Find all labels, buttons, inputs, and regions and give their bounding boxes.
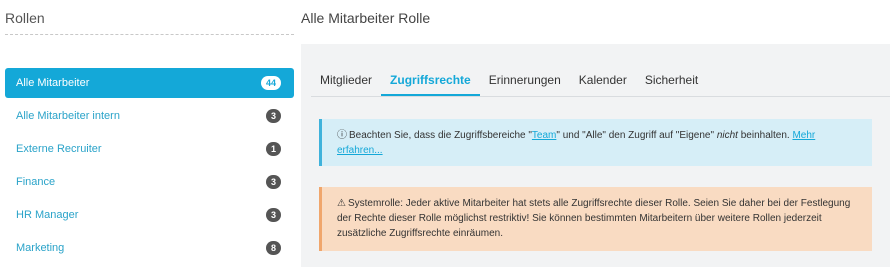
- role-count-badge: 8: [266, 241, 281, 255]
- role-label: HR Manager: [16, 209, 79, 221]
- role-count-badge: 44: [261, 76, 281, 90]
- tabs-divider: [311, 96, 890, 97]
- roles-sidebar: Rollen Alle Mitarbeiter 44 Alle Mitarbei…: [0, 0, 294, 267]
- role-count-badge: 3: [266, 109, 281, 123]
- tab-mitglieder[interactable]: Mitglieder: [311, 68, 381, 96]
- role-item-hr-manager[interactable]: HR Manager 3: [5, 200, 294, 230]
- info-text-2: " und "Alle" den Zugriff auf "Eigene": [556, 130, 717, 141]
- role-label: Finance: [16, 176, 56, 188]
- info-emphasis: nicht: [716, 130, 738, 141]
- role-count-badge: 1: [266, 142, 281, 156]
- tab-erinnerungen[interactable]: Erinnerungen: [480, 68, 570, 96]
- role-label: Marketing: [16, 242, 65, 254]
- info-circle-icon: ⓘ: [337, 130, 347, 141]
- role-item-marketing[interactable]: Marketing 8: [5, 233, 294, 263]
- tab-zugriffsrechte[interactable]: Zugriffsrechte: [381, 68, 480, 96]
- role-detail-panel: Mitglieder Zugriffsrechte Erinnerungen K…: [301, 44, 890, 267]
- role-label: Externe Recruiter: [16, 143, 102, 155]
- sidebar-divider: [5, 34, 294, 35]
- tab-kalender[interactable]: Kalender: [570, 68, 636, 96]
- role-item-alle-mitarbeiter[interactable]: Alle Mitarbeiter 44: [5, 68, 294, 98]
- team-link[interactable]: Team: [532, 130, 556, 141]
- info-text-3: beinhalten.: [737, 130, 793, 141]
- role-item-externe-recruiter[interactable]: Externe Recruiter 1: [5, 134, 294, 164]
- warning-alert: ⚠ Systemrolle: Jeder aktive Mitarbeiter h…: [319, 187, 872, 251]
- role-label: Alle Mitarbeiter: [16, 77, 90, 89]
- role-list: Alle Mitarbeiter 44 Alle Mitarbeiter int…: [5, 68, 294, 266]
- tab-sicherheit[interactable]: Sicherheit: [636, 68, 707, 96]
- page-title: Alle Mitarbeiter Rolle: [301, 10, 431, 26]
- role-item-alle-mitarbeiter-intern[interactable]: Alle Mitarbeiter intern 3: [5, 101, 294, 131]
- sidebar-title: Rollen: [5, 10, 45, 26]
- role-count-badge: 3: [266, 208, 281, 222]
- warning-text: Systemrolle: Jeder aktive Mitarbeiter ha…: [337, 198, 851, 239]
- role-item-finance[interactable]: Finance 3: [5, 167, 294, 197]
- warning-triangle-icon: ⚠: [337, 198, 346, 209]
- tab-bar: Mitglieder Zugriffsrechte Erinnerungen K…: [311, 68, 707, 96]
- role-label: Alle Mitarbeiter intern: [16, 110, 120, 122]
- role-count-badge: 3: [266, 175, 281, 189]
- info-text-1: Beachten Sie, dass die Zugriffsbereiche …: [349, 130, 532, 141]
- info-alert: ⓘ Beachten Sie, dass die Zugriffsbereiche…: [319, 119, 872, 166]
